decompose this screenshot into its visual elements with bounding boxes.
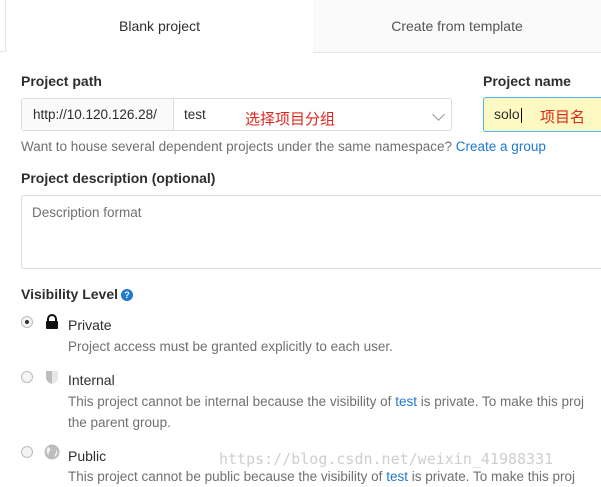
- visibility-private-title: Private: [68, 317, 112, 333]
- visibility-public-radio[interactable]: [21, 446, 33, 458]
- visibility-public-desc-prefix: This project cannot be public because th…: [68, 469, 387, 484]
- shield-icon: [46, 371, 58, 384]
- namespace-help-sentence: Want to house several dependent projects…: [21, 139, 456, 154]
- visibility-public-desc: This project cannot be public because th…: [68, 466, 575, 487]
- project-path-prefix: http://10.120.126.28/: [22, 99, 174, 130]
- namespace-select-value: test: [184, 107, 206, 122]
- globe-icon: [44, 444, 60, 460]
- project-name-value: solo: [494, 106, 520, 122]
- internal-test-group-link[interactable]: test: [395, 394, 417, 409]
- tab-blank-project[interactable]: Blank project: [5, 0, 314, 52]
- visibility-internal-radio[interactable]: [21, 371, 33, 383]
- create-group-link[interactable]: Create a group: [456, 139, 546, 154]
- namespace-annotation: 选择项目分组: [245, 110, 336, 128]
- watermark: https://blog.csdn.net/weixin_41988331: [219, 450, 554, 468]
- visibility-internal-title: Internal: [68, 372, 115, 388]
- project-description-textarea[interactable]: Description format: [21, 195, 601, 269]
- visibility-private-desc: Project access must be granted explicitl…: [68, 339, 393, 354]
- visibility-level-label: Visibility Level?: [21, 286, 134, 302]
- tab-create-from-template[interactable]: Create from template: [313, 0, 601, 53]
- visibility-private-radio[interactable]: [21, 316, 33, 328]
- project-name-label: Project name: [483, 73, 571, 89]
- description-placeholder: Description format: [32, 205, 142, 220]
- question-circle-icon[interactable]: ?: [121, 289, 134, 301]
- public-test-group-link[interactable]: test: [386, 469, 408, 484]
- lock-icon: [46, 314, 58, 329]
- project-description-label: Project description (optional): [21, 170, 216, 186]
- visibility-public-desc-suffix: is private. To make this proj: [407, 469, 576, 484]
- namespace-help-text: Want to house several dependent projects…: [21, 139, 546, 154]
- project-path-label: Project path: [21, 73, 102, 89]
- text-caret: [520, 107, 522, 123]
- project-path-group: http://10.120.126.28/ test: [21, 98, 452, 131]
- tabs-divider: [0, 51, 5, 52]
- project-name-annotation: 项目名: [540, 108, 586, 126]
- project-tabs: Blank project Create from template: [0, 0, 601, 53]
- visibility-level-text: Visibility Level: [21, 286, 119, 302]
- visibility-internal-desc-line2: the parent group.: [68, 415, 171, 430]
- visibility-public-title: Public: [68, 448, 107, 464]
- visibility-internal-desc-suffix: is private. To make this proj: [416, 394, 585, 409]
- visibility-internal-desc: This project cannot be internal because …: [68, 391, 584, 412]
- chevron-down-icon: [432, 108, 445, 121]
- visibility-internal-desc-prefix: This project cannot be internal because …: [68, 394, 396, 409]
